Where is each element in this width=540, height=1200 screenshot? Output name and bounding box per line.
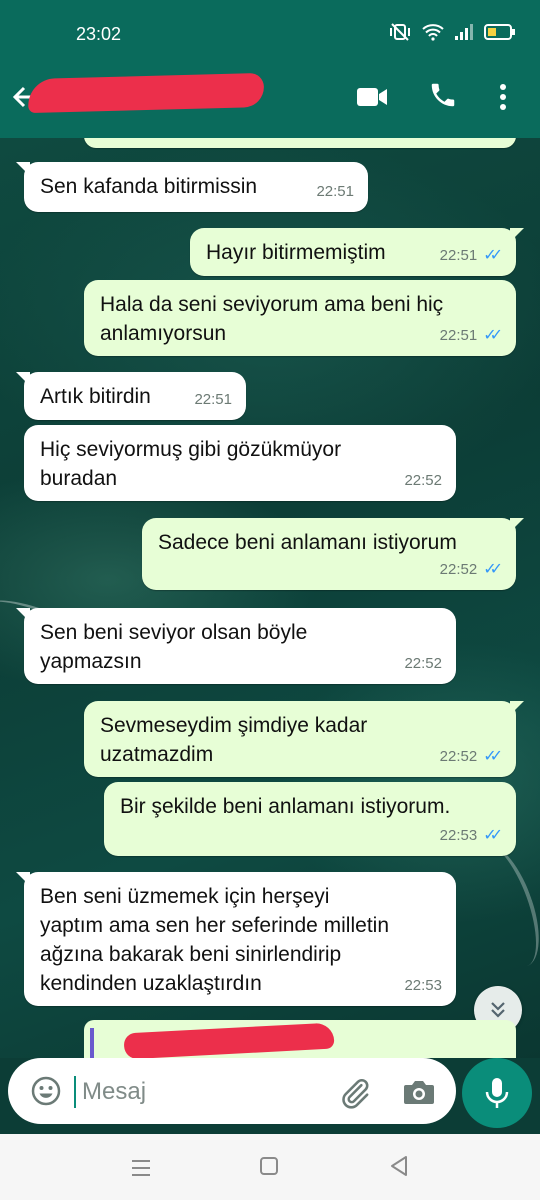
message-time: 22:52 <box>439 748 478 765</box>
message-text: uzatmazdim <box>100 743 214 766</box>
read-ticks-icon: ✓✓ <box>483 327 503 344</box>
message-bubble-outgoing[interactable]: Sadece beni anlamanı istiyorum 22:52 ✓✓ <box>142 518 524 590</box>
message-bubble-incoming[interactable]: Ben seni üzmemek için herşeyi yaptım ama… <box>16 872 456 1006</box>
message-text: yaptım ama sen her seferinde milletin <box>40 914 389 937</box>
message-input[interactable] <box>80 1072 334 1112</box>
read-ticks-icon: ✓✓ <box>483 561 503 578</box>
message-text: Hayır bitirmemiştim <box>206 241 386 264</box>
message-time: 22:53 <box>439 827 478 844</box>
emoji-icon[interactable] <box>30 1075 62 1107</box>
message-text: Hiç seviyormuş gibi gözükmüyor <box>40 438 342 461</box>
message-bubble-outgoing[interactable]: Sevmeseydim şimdiye kadar uzatmazdim 22:5… <box>84 701 524 777</box>
back-triangle-icon[interactable] <box>388 1154 410 1178</box>
quote-bar <box>90 1028 94 1058</box>
read-ticks-icon: ✓✓ <box>483 748 503 765</box>
message-time: 22:53 <box>404 977 442 994</box>
status-bar: 23:02 <box>0 0 540 64</box>
signal-icon <box>455 24 473 40</box>
voice-message-button[interactable] <box>462 1058 532 1128</box>
message-bubble-outgoing[interactable]: Hayır bitirmemiştim 22:51 ✓✓ <box>190 228 524 276</box>
message-time: 22:51 <box>194 391 232 408</box>
message-text: anlamıyorsun <box>100 322 227 345</box>
read-ticks-icon: ✓✓ <box>483 827 503 844</box>
message-text: Sen kafanda bitirmissin <box>40 175 258 198</box>
message-time: 22:52 <box>404 472 442 489</box>
vibrate-icon <box>390 23 410 41</box>
message-time: 22:52 <box>439 561 478 578</box>
text-cursor <box>74 1076 76 1108</box>
status-icons <box>388 22 516 42</box>
home-icon[interactable] <box>258 1155 280 1177</box>
wifi-icon <box>422 24 444 41</box>
message-text: Bir şekilde beni anlamanı istiyorum. <box>120 795 451 818</box>
message-text: Sen beni seviyor olsan böyle <box>40 621 308 644</box>
message-time: 22:52 <box>404 655 442 672</box>
message-bubble-incoming[interactable]: Sen beni seviyor olsan böyle yapmazsın 22… <box>16 608 456 684</box>
message-text: Artık bitirdin <box>40 385 151 408</box>
message-bubble-incoming[interactable]: Hiç seviyormuş gibi gözükmüyor buradan 22… <box>24 425 456 501</box>
message-text: Sadece beni anlamanı istiyorum <box>158 531 457 554</box>
more-options-icon[interactable] <box>498 82 508 112</box>
read-ticks-icon: ✓✓ <box>483 247 503 264</box>
system-navigation-bar <box>0 1134 540 1200</box>
phone-call-icon[interactable] <box>428 80 458 110</box>
message-bubble-incoming[interactable]: Artık bitirdin 22:51 <box>16 372 246 420</box>
message-time: 22:51 <box>439 247 478 264</box>
message-time: 22:51 <box>316 183 354 200</box>
microphone-icon <box>485 1078 509 1108</box>
double-chevron-down-icon <box>491 1002 505 1018</box>
message-bubble-outgoing[interactable]: Hala da seni seviyorum ama beni hiç anlam… <box>84 280 516 356</box>
chat-area[interactable]: Sen kafanda bitirmissin 22:51 Hayır biti… <box>0 138 540 1058</box>
message-composer <box>8 1058 456 1124</box>
redaction-mark <box>123 1022 335 1058</box>
message-bubble-incoming[interactable]: Sen kafanda bitirmissin 22:51 <box>16 162 368 212</box>
recents-icon[interactable] <box>130 1158 152 1178</box>
paperclip-icon[interactable] <box>338 1076 372 1110</box>
message-text: Sevmeseydim şimdiye kadar <box>100 714 368 737</box>
message-text: ağzına bakarak beni sinirlendirip <box>40 943 342 966</box>
message-text: kendinden uzaklaştırdın <box>40 972 262 995</box>
message-bubble-partial <box>84 138 516 148</box>
message-bubble-outgoing[interactable]: Bir şekilde beni anlamanı istiyorum. 22:… <box>104 782 516 856</box>
message-text: buradan <box>40 467 118 490</box>
message-bubble-partial <box>84 1020 516 1058</box>
redaction-mark <box>27 72 265 114</box>
message-text: Hala da seni seviyorum ama beni hiç <box>100 293 444 316</box>
message-time: 22:51 <box>439 327 478 344</box>
battery-icon <box>484 24 515 40</box>
status-time: 23:02 <box>76 24 122 44</box>
message-text: Ben seni üzmemek için herşeyi <box>40 885 330 908</box>
camera-icon[interactable] <box>402 1076 436 1108</box>
video-call-icon[interactable] <box>356 86 388 108</box>
message-text: yapmazsın <box>40 650 142 673</box>
chat-header <box>0 64 540 138</box>
